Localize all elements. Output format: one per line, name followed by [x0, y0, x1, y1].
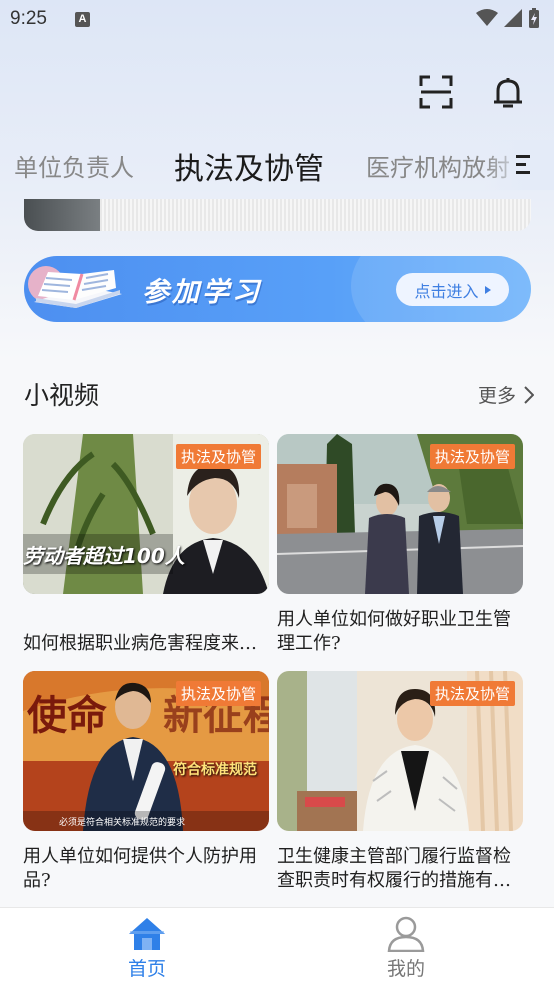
banner-image-edge — [24, 199, 100, 231]
scan-icon — [419, 75, 453, 109]
status-icons — [476, 8, 540, 28]
tab-enforcement[interactable]: 执法及协管 — [174, 144, 324, 188]
chevron-right-icon — [524, 385, 534, 404]
section-title: 小视频 — [24, 381, 100, 410]
category-badge: 执法及协管 — [175, 681, 261, 706]
overlay-text: 符合标准规范 — [173, 762, 257, 778]
video-thumbnail: 执法及协管 — [277, 671, 523, 831]
carousel-banner[interactable] — [24, 199, 531, 231]
video-thumbnail: 执法及协管 — [277, 434, 523, 594]
wifi-icon — [476, 9, 498, 26]
subtitle-caption: 必须是符合相关标准规范的要求 — [59, 818, 186, 828]
signal-icon — [504, 9, 522, 27]
nav-profile-label: 我的 — [386, 958, 425, 980]
tabs-menu-icon[interactable] — [516, 154, 534, 176]
video-title: 如何根据职业病危害程度来… — [23, 633, 257, 654]
battery-icon — [529, 8, 539, 28]
home-icon — [129, 918, 165, 950]
nav-profile[interactable]: 我的 — [346, 916, 466, 981]
short-video-section-header: 小视频 更多 — [24, 376, 534, 412]
video-title: 用人单位如何做好职业卫生管理工作? — [277, 609, 511, 654]
study-banner[interactable]: 参加学习 点击进入 — [24, 256, 531, 322]
more-button[interactable]: 更多 — [478, 381, 534, 408]
category-badge: 执法及协管 — [175, 444, 261, 469]
video-card[interactable]: 执法及协管 用人单位如何做好职业卫生管理工作? — [277, 434, 523, 656]
bell-icon — [494, 78, 522, 108]
status-bar: 9:25 A — [0, 0, 554, 38]
video-title: 卫生健康主管部门履行监督检查职责时有权履行的措施有… — [277, 846, 511, 891]
header-actions — [418, 74, 526, 110]
video-card[interactable]: 执法及协管 劳动者超过100人 如何根据职业病危害程度来… — [23, 434, 269, 656]
arrow-right-icon — [484, 285, 491, 294]
bottom-navigation: 首页 我的 — [0, 907, 554, 985]
notification-app-icon: A — [74, 11, 90, 27]
overlay-text: 劳动者超过100人 — [23, 544, 185, 568]
video-title: 用人单位如何提供个人防护用品? — [23, 846, 257, 891]
category-tabs: 单位负责人 执法及协管 医疗机构放射 — [0, 140, 554, 190]
enter-button[interactable]: 点击进入 — [396, 273, 509, 306]
notifications-button[interactable] — [490, 74, 526, 110]
nav-home[interactable]: 首页 — [87, 916, 207, 981]
category-badge: 执法及协管 — [429, 444, 515, 469]
study-title: 参加学习 — [142, 277, 262, 308]
more-label: 更多 — [477, 385, 516, 407]
enter-button-label: 点击进入 — [414, 281, 479, 301]
svg-text:使命: 使命 — [27, 692, 107, 739]
video-card[interactable]: 执法及协管 卫生健康主管部门履行监督检查职责时有权履行的措施有… — [277, 671, 523, 893]
video-thumbnail: 执法及协管 劳动者超过100人 — [23, 434, 269, 594]
user-icon — [387, 916, 425, 952]
book-icon — [28, 266, 122, 308]
nav-home-label: 首页 — [127, 958, 166, 980]
video-card[interactable]: 使命 新征程 执法及协管 符合标准规范 必须是符合相关标准规范的要求 用人单位如… — [23, 671, 269, 893]
scan-button[interactable] — [418, 74, 454, 110]
video-thumbnail: 使命 新征程 执法及协管 符合标准规范 必须是符合相关标准规范的要求 — [23, 671, 269, 831]
tab-unit-leader[interactable]: 单位负责人 — [14, 148, 134, 183]
status-time: 9:25 — [10, 8, 47, 29]
category-badge: 执法及协管 — [429, 681, 515, 706]
